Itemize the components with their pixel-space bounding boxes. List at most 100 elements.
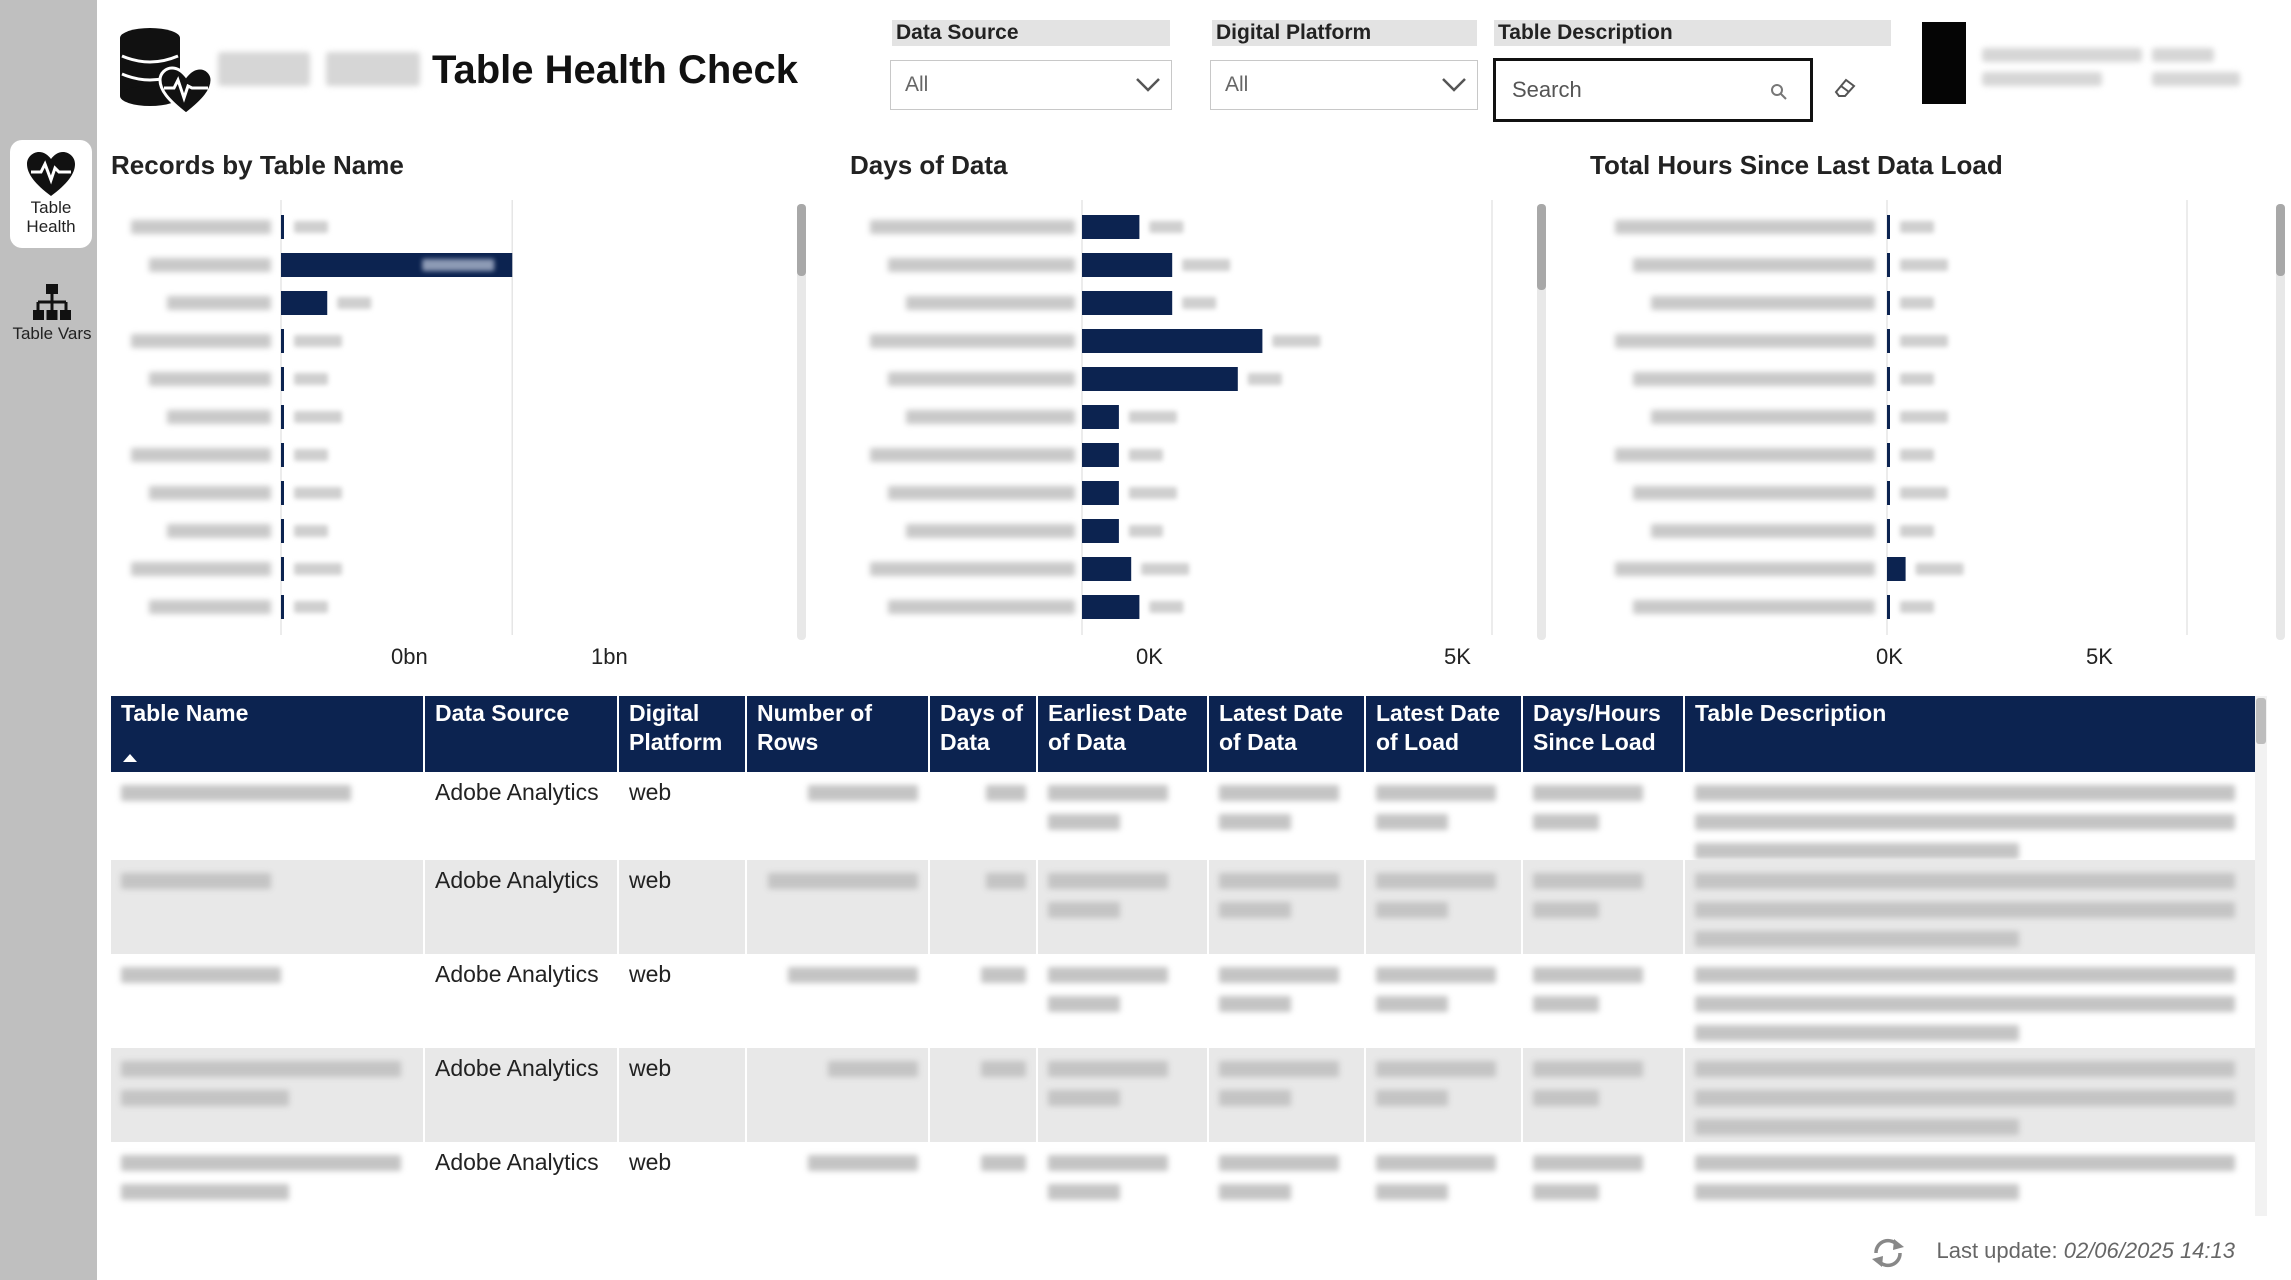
cell-digital-platform: web — [619, 954, 747, 1048]
chart-scrollbar[interactable] — [2276, 204, 2285, 640]
bar[interactable] — [1887, 329, 1890, 353]
column-header-days-of-data[interactable]: Days of Data — [930, 696, 1038, 772]
table-row[interactable]: Adobe Analytics web — [111, 1142, 2255, 1222]
axis-tick-label: 0K — [1876, 644, 1903, 669]
redacted-text — [1219, 1090, 1291, 1106]
redacted-text — [1376, 873, 1496, 889]
bar[interactable] — [1887, 557, 1906, 581]
cell-redacted — [1038, 772, 1209, 860]
table-row[interactable]: Adobe Analytics web — [111, 1048, 2255, 1142]
redacted-header-text — [218, 52, 310, 86]
bar[interactable] — [1082, 519, 1119, 543]
bar[interactable] — [281, 329, 284, 353]
category-label-redacted — [131, 562, 271, 576]
bar[interactable] — [1887, 405, 1890, 429]
bar[interactable] — [281, 443, 284, 467]
bar[interactable] — [281, 405, 284, 429]
category-label-redacted — [149, 486, 271, 500]
redacted-text — [1695, 1119, 2019, 1135]
redacted-text — [1695, 1184, 2019, 1200]
data-label-redacted — [1128, 449, 1163, 461]
bar[interactable] — [1887, 367, 1890, 391]
data-source-dropdown[interactable]: All — [890, 60, 1172, 110]
bar[interactable] — [1082, 215, 1140, 239]
cell-redacted — [747, 1048, 930, 1142]
column-header-latest-date[interactable]: Latest Date of Data — [1209, 696, 1366, 772]
cell-redacted — [1523, 1048, 1685, 1142]
bar[interactable] — [1887, 215, 1890, 239]
bar[interactable] — [281, 291, 328, 315]
column-header-latest-load[interactable]: Latest Date of Load — [1366, 696, 1523, 772]
bar[interactable] — [1082, 367, 1238, 391]
bar[interactable] — [1887, 595, 1890, 619]
bar[interactable] — [1887, 519, 1890, 543]
digital-platform-dropdown[interactable]: All — [1210, 60, 1478, 110]
digital-platform-label: Digital Platform — [1212, 20, 1477, 46]
data-label-redacted — [422, 259, 495, 271]
nav-item-table-vars[interactable]: Table Vars — [12, 282, 92, 374]
bar[interactable] — [1082, 443, 1119, 467]
redacted-text — [1219, 1061, 1339, 1077]
category-label-redacted — [167, 410, 271, 424]
bar[interactable] — [1887, 253, 1890, 277]
redacted-text — [121, 873, 271, 889]
bar[interactable] — [1887, 481, 1890, 505]
bar[interactable] — [281, 557, 284, 581]
bar[interactable] — [1887, 291, 1890, 315]
category-label-redacted — [888, 486, 1075, 500]
table-row[interactable]: Adobe Analytics web — [111, 772, 2255, 860]
bar[interactable] — [281, 215, 284, 239]
bar[interactable] — [1082, 329, 1263, 353]
bar[interactable] — [1082, 557, 1132, 581]
redacted-text — [1695, 1155, 2235, 1171]
chart-scrollbar[interactable] — [1537, 204, 1546, 640]
bar[interactable] — [1082, 481, 1119, 505]
bar[interactable] — [281, 595, 284, 619]
bar[interactable] — [281, 367, 284, 391]
redacted-text — [1376, 814, 1448, 830]
cell-redacted — [1209, 1142, 1366, 1222]
eraser-icon[interactable] — [1832, 76, 1858, 98]
bar[interactable] — [1082, 595, 1140, 619]
column-header-days-hours-since-load[interactable]: Days/Hours Since Load — [1523, 696, 1685, 772]
cell-redacted — [930, 772, 1038, 860]
cell-redacted — [747, 772, 930, 860]
nav-item-label: Table Health — [26, 198, 76, 236]
column-header-table-name[interactable]: Table Name — [111, 696, 425, 772]
nav-item-label: Table Vars — [12, 324, 92, 343]
column-header-digital-platform[interactable]: Digital Platform — [619, 696, 747, 772]
bar[interactable] — [1887, 443, 1890, 467]
column-header-number-of-rows[interactable]: Number of Rows — [747, 696, 930, 772]
table-description-search-input[interactable]: Search — [1493, 58, 1813, 122]
category-label-redacted — [131, 334, 271, 348]
cell-digital-platform: web — [619, 860, 747, 954]
data-label-redacted — [1182, 259, 1231, 271]
nav-item-table-health[interactable]: Table Health — [10, 140, 92, 248]
column-header-earliest-date[interactable]: Earliest Date of Data — [1038, 696, 1209, 772]
refresh-icon[interactable] — [1868, 1236, 1908, 1270]
bar[interactable] — [281, 519, 284, 543]
column-header-data-source[interactable]: Data Source — [425, 696, 619, 772]
bar[interactable] — [1082, 291, 1173, 315]
cell-redacted — [1366, 1048, 1523, 1142]
redacted-text — [1533, 1155, 1643, 1171]
bar[interactable] — [1082, 405, 1119, 429]
chart-scrollbar[interactable] — [797, 204, 806, 640]
redacted-text — [1376, 1184, 1448, 1200]
table-scrollbar[interactable] — [2255, 696, 2267, 1216]
table-row[interactable]: Adobe Analytics web — [111, 954, 2255, 1048]
redacted-text — [1048, 785, 1168, 801]
table-description-label: Table Description — [1494, 20, 1891, 46]
bar[interactable] — [281, 481, 284, 505]
category-label-redacted — [1615, 220, 1875, 234]
bar[interactable] — [1082, 253, 1173, 277]
table-row[interactable]: Adobe Analytics web — [111, 860, 2255, 954]
redacted-text — [986, 785, 1026, 801]
cell-data-source: Adobe Analytics — [425, 954, 619, 1048]
category-label-redacted — [167, 296, 271, 310]
redacted-text — [1219, 814, 1291, 830]
data-label-redacted — [1149, 601, 1184, 613]
column-header-table-description[interactable]: Table Description — [1685, 696, 2255, 772]
cell-redacted — [1685, 772, 2255, 860]
data-label-redacted — [294, 449, 328, 461]
